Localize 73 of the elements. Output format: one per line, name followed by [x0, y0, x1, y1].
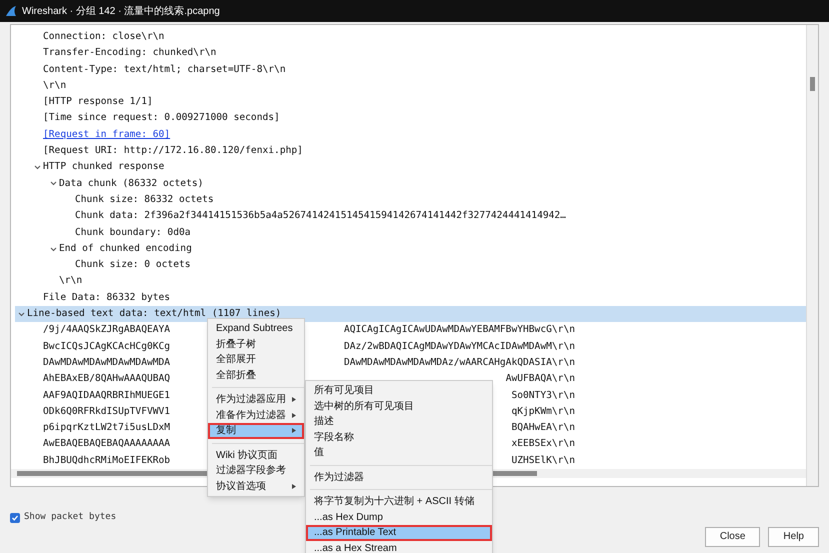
menu-item[interactable]: 作为过滤器 [306, 470, 492, 485]
chevron-down-icon[interactable] [18, 310, 24, 318]
menu-item[interactable]: 将字节复制为十六进制 + ASCII 转储 [306, 494, 492, 510]
tree-item-text: UZHSElK\r\n [511, 454, 575, 468]
frame-link[interactable]: [Request in frame: 60] [43, 126, 170, 144]
tree-item-text: BwcICQsJCAgKCAcHCg0KCg [43, 340, 170, 354]
menu-item[interactable]: 全部展开 [208, 352, 304, 368]
tree-item-text: Connection: close\r\n [43, 30, 164, 44]
tree-item-text: So0NTY3\r\n [511, 388, 575, 403]
shark-fin-icon [5, 5, 17, 17]
vertical-scrollbar[interactable] [806, 25, 818, 486]
chevron-down-icon[interactable] [34, 164, 40, 172]
tree-item-text: [HTTP response 1/1] [43, 95, 153, 110]
tree-item-text: AwEBAQEBAQEBAQAAAAAAAA [43, 437, 170, 452]
menu-item[interactable]: 复制 [208, 423, 304, 438]
menu-item[interactable]: 过滤器字段参考 [208, 463, 304, 478]
dialog-button[interactable]: Close [704, 526, 760, 546]
submenu-arrow-icon [292, 412, 296, 418]
menu-item[interactable]: 字段名称 [306, 430, 492, 445]
menu-item[interactable]: ...as Hex Dump [306, 510, 492, 525]
chevron-down-icon[interactable] [50, 246, 56, 252]
tree-item-text: Content-Type: text/html; charset=UTF-8\r\n [43, 62, 286, 77]
tree-item-text: /9j/4AAQSkZJRgABAQEAYA [43, 323, 170, 338]
menu-item[interactable]: 值 [306, 445, 492, 460]
checkbox-label: Show packet bytes [24, 511, 116, 524]
tree-item-text: qKjpKWm\r\n [511, 404, 575, 419]
tree-item-text: AQICAgICAgICAwUDAwMDAwYEBAMFBwYHBwcG\r\n [344, 323, 575, 338]
submenu-arrow-icon [292, 397, 296, 402]
tree-item-text: Chunk boundary: 0d0a [75, 226, 191, 240]
tree-item-text: Chunk size: 86332 octets [75, 192, 214, 207]
tree-item-text: p6ipqrKztLW2t7i5usLDxM [43, 421, 170, 436]
checkbox[interactable] [10, 512, 20, 523]
menu-item[interactable]: 准备作为过滤器 [208, 408, 304, 423]
tree-item-text: [Time since request: 0.009271000 seconds] [43, 111, 280, 126]
tree-item-text: DAwMDAwMDAwMDAwMDAz/wAARCAHgAkQDASIA\r\n [344, 356, 575, 370]
tree-item-text: xEEBSEx\r\n [511, 437, 575, 452]
tree-item-text: Chunk data: 2f396a2f34414151536b5a4a5267414241514541594142674141442f3277424441414942… [75, 209, 566, 224]
tree-item-text: AAF9AQIDAAQRBRIhMUEGE1 [43, 388, 170, 403]
tree-item-text: AhEBAxEB/8QAHwAAAQUBAQ [43, 372, 170, 386]
tree-item-text: Data chunk (86332 octets) [59, 176, 204, 191]
tree-item-text: DAz/2wBDAQICAgMDAwYDAwYMCAcIDAwMDAwM\r\n [344, 340, 575, 354]
tree-item-text: Transfer-Encoding: chunked\r\n [43, 46, 216, 60]
menu-item[interactable]: Wiki 协议页面 [208, 448, 304, 463]
tree-item-text: End of chunked encoding [59, 242, 192, 256]
menu-item[interactable]: 协议首选项 [208, 478, 304, 494]
menu-item[interactable]: ...as Printable Text [306, 525, 492, 540]
menu-item[interactable]: ...as a Hex Stream [306, 540, 492, 553]
menu-item[interactable]: 作为过滤器应用 [208, 392, 304, 408]
tree-item-text: \r\n [43, 78, 66, 93]
selected-tree-row[interactable]: Line-based text data: text/html (1107 lines) [15, 306, 806, 322]
menu-item[interactable]: 描述 [306, 414, 492, 430]
tree-item-text: Line-based text data: text/html (1107 lines) [27, 307, 282, 322]
tree-item-text: \r\n [59, 274, 82, 288]
tree-item-text: File Data: 86332 bytes [43, 290, 170, 305]
tree-item-text: [Request URI: http://172.16.80.120/fenxi.php] [43, 144, 303, 158]
tree-item-text: Chunk size: 0 octets [75, 258, 191, 272]
dialog-button[interactable]: Help [768, 526, 819, 546]
scrollbar-thumb[interactable] [810, 77, 815, 91]
tree-item-text: DAwMDAwMDAwMDAwMDAwMDA [43, 356, 170, 370]
menu-item[interactable]: 选中树的所有可见项目 [306, 398, 492, 414]
menu-item[interactable]: 所有可见项目 [306, 383, 492, 398]
menu-item[interactable]: 全部折叠 [208, 368, 304, 383]
tree-item-text: AwUFBAQA\r\n [506, 372, 575, 386]
submenu-arrow-icon [292, 428, 296, 434]
tree-item-text: BQAHwEA\r\n [511, 421, 575, 436]
chevron-down-icon[interactable] [50, 180, 56, 188]
window-title: Wireshark · 分组 142 · 流量中的线索.pcapng [22, 4, 220, 18]
tree-item-text: BhJBUQdhcRMiMoEIFEKRob [43, 454, 170, 468]
submenu-arrow-icon [292, 484, 296, 489]
tree-item-text: ODk6Q0RFRkdISUpTVFVWV1 [43, 404, 170, 419]
menu-item[interactable]: 折叠子树 [208, 336, 304, 352]
menu-item[interactable]: Expand Subtrees [208, 321, 304, 336]
tree-item-text: HTTP chunked response [43, 160, 164, 174]
